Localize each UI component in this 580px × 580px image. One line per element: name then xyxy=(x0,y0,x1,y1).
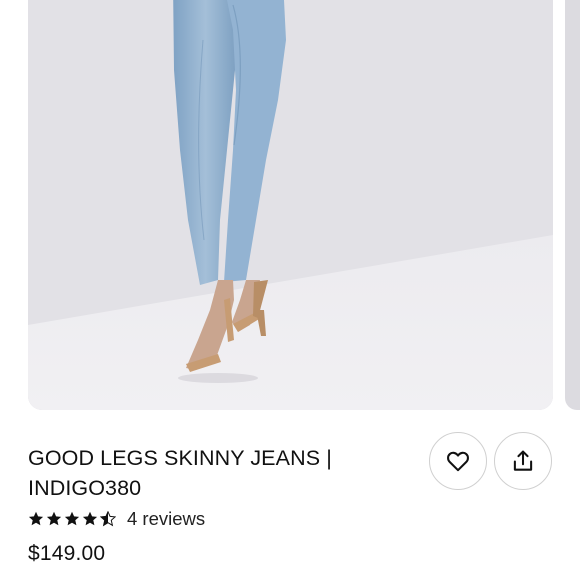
product-image[interactable] xyxy=(28,0,553,410)
product-title: GOOD LEGS SKINNY JEANS | INDIGO380 xyxy=(28,443,408,503)
star-full-icon xyxy=(28,511,44,526)
star-half-icon xyxy=(100,511,116,527)
share-button[interactable] xyxy=(494,432,552,490)
next-image-preview[interactable] xyxy=(565,0,580,410)
star-full-icon xyxy=(64,511,80,526)
product-image-carousel[interactable] xyxy=(0,0,580,412)
product-title-line-1: GOOD LEGS SKINNY JEANS | xyxy=(28,446,332,470)
model-wearing-jeans-photo xyxy=(28,0,553,410)
star-full-icon xyxy=(82,511,98,526)
heart-outline-icon xyxy=(447,451,469,472)
review-count[interactable]: 4 reviews xyxy=(127,508,205,530)
star-rating xyxy=(28,511,116,527)
share-upload-icon xyxy=(513,450,533,471)
product-rating[interactable]: 4 reviews xyxy=(28,507,205,531)
favorite-button[interactable] xyxy=(429,432,487,490)
product-title-line-2: INDIGO380 xyxy=(28,476,142,500)
star-full-icon xyxy=(46,511,62,526)
product-price: $149.00 xyxy=(28,542,106,565)
